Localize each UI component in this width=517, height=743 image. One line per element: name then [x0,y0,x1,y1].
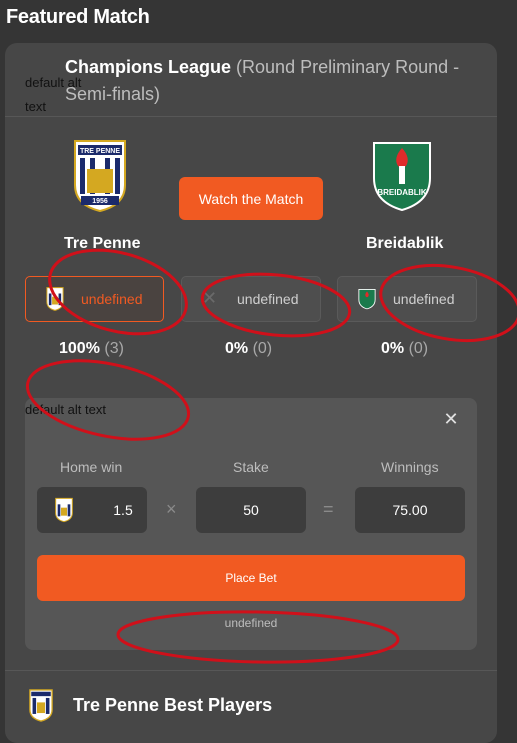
page-title: Featured Match [6,6,150,28]
close-icon: ✕ [202,288,218,308]
away-odds-label: undefined [393,291,455,307]
crest-banner-text: BREIDABLIK [377,188,427,197]
draw-vote-percentage: 0% (0) [225,340,272,358]
watch-match-button[interactable]: Watch the Match [179,177,323,220]
close-icon[interactable]: ✕ [443,409,459,430]
crest-year-text: 1956 [92,198,108,205]
away-team-name: Breidablik [366,235,444,252]
away-percent-value: 0% [381,340,405,357]
place-bet-button[interactable]: Place Bet [37,555,465,601]
draw-odds-label: undefined [237,291,299,307]
equals-sign: = [323,499,334,519]
home-odds-button[interactable]: undefined [25,276,164,322]
crest-banner-text: TRE PENNE [80,148,120,155]
breidablik-crest-icon: BREIDABLIK [373,142,431,212]
breidablik-crest-icon [358,288,376,310]
winnings-field: 75.00 [355,487,465,533]
away-vote-count: (0) [408,340,429,357]
home-win-label: Home win [60,459,123,475]
bet-status-text: undefined [224,616,278,630]
home-odds-label: undefined [81,291,143,307]
bet-slip: ✕ Home win Stake Winnings 1.5 × 50 = 75.… [25,398,477,650]
odds-value: 1.5 [113,502,133,518]
odds-value-field: 1.5 [37,487,147,533]
divider [5,670,497,671]
draw-odds-button[interactable]: ✕ undefined [181,276,321,322]
league-name: Champions League [65,57,232,77]
divider [5,116,497,117]
stake-input[interactable]: 50 [196,487,306,533]
best-players-title: Tre Penne Best Players [73,695,273,715]
winnings-label: Winnings [381,459,439,475]
home-vote-percentage: 100% (3) [59,340,124,358]
away-vote-percentage: 0% (0) [381,340,428,358]
stake-label: Stake [233,459,269,475]
away-odds-button[interactable]: undefined [337,276,477,322]
broken-image-alt-text: default alt text [25,402,106,417]
featured-match-card: default alt text Champions League (Round… [5,43,497,743]
tre-penne-crest-icon [46,287,64,311]
multiply-sign: × [166,499,177,519]
tre-penne-crest-icon [55,497,73,523]
draw-vote-count: (0) [252,340,273,357]
league-heading: Champions League (Round Preliminary Roun… [65,54,475,108]
home-vote-count: (3) [104,340,124,357]
tre-penne-crest-icon: TRE PENNE 1956 [74,140,126,213]
home-team-name: Tre Penne [64,235,141,252]
home-percent-value: 100% [59,340,100,357]
draw-percent-value: 0% [225,340,249,357]
tre-penne-crest-icon [29,689,53,722]
